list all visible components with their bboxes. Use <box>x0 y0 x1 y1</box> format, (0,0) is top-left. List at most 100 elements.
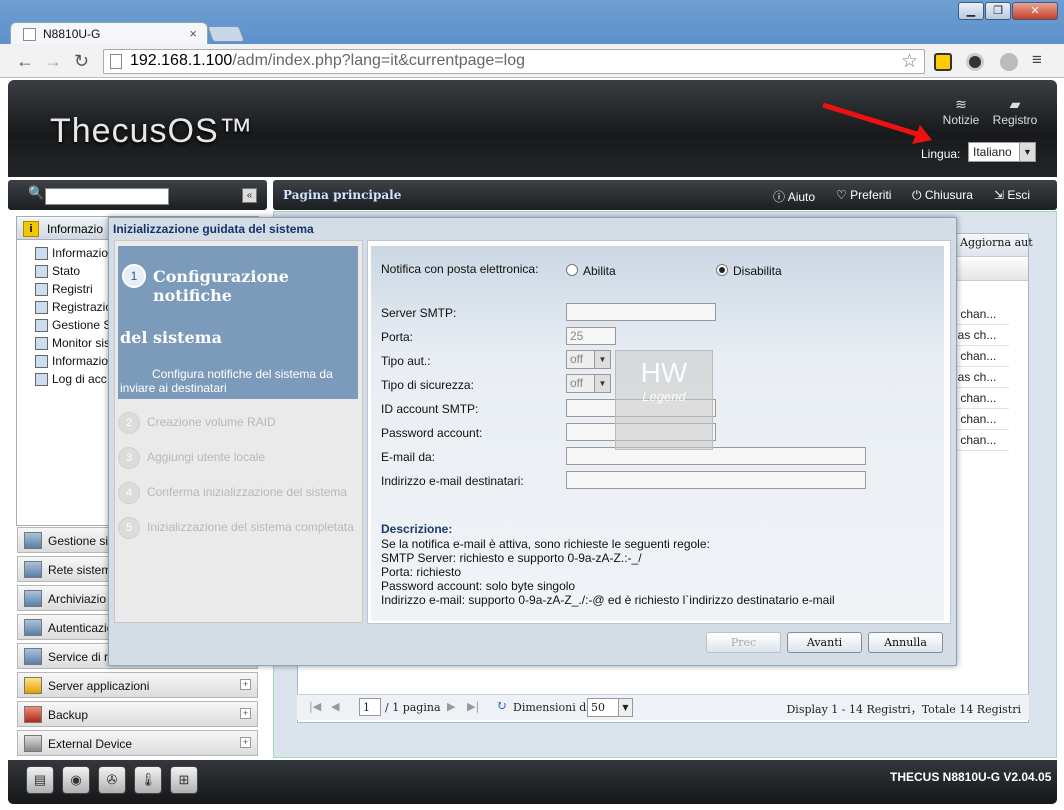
settings-icon <box>35 319 48 332</box>
power-icon: ⏻ <box>912 188 922 202</box>
menu-external-device[interactable]: External Device + <box>17 730 258 756</box>
step-label: Conferma inizializzazione del sistema <box>147 485 348 499</box>
bookmark-star-icon[interactable]: ☆ <box>901 50 918 73</box>
maximize-button[interactable]: ❐ <box>985 2 1011 20</box>
aiuto-label: Aiuto <box>787 190 816 204</box>
registro-label: Registro <box>992 113 1038 127</box>
url-path: /adm/index.php?lang=it&currentpage=log <box>232 52 525 69</box>
disk-icon[interactable]: ▤ <box>26 766 54 794</box>
page-icon <box>23 28 36 41</box>
tipo-aut-select[interactable]: off ▼ <box>566 350 611 369</box>
reload-icon[interactable]: ↻ <box>74 51 89 72</box>
first-page-icon[interactable]: |◀ <box>309 700 321 713</box>
table-row[interactable]: s chan... <box>951 304 1009 325</box>
tree-item[interactable]: Stato <box>52 264 80 278</box>
new-tab-button[interactable] <box>207 26 245 42</box>
page-icon <box>110 54 122 69</box>
page-size-value: 50 <box>591 701 605 714</box>
extension-off-icon[interactable] <box>966 53 984 71</box>
menu-label: Gestione si <box>48 534 109 548</box>
destinatari-input[interactable] <box>566 471 866 489</box>
step-title: Configurazione notifiche <box>153 267 289 305</box>
tree-item[interactable]: Informazio <box>52 246 108 260</box>
forward-icon[interactable]: → <box>44 51 62 72</box>
menu-icon[interactable]: ≡ <box>1032 50 1042 70</box>
next-page-icon[interactable]: ▶ <box>447 700 455 713</box>
notizie-button[interactable]: ≋ Notizie <box>942 96 980 127</box>
step-number: 5 <box>118 517 140 539</box>
chiusura-button[interactable]: ⏻ Chiusura <box>912 188 973 203</box>
tree-item[interactable]: Log di acc <box>52 372 107 386</box>
tree-item[interactable]: Gestione S <box>52 318 111 332</box>
close-window-button[interactable]: ✕ <box>1012 2 1058 20</box>
descrizione-line: Se la notifica e-mail è attiva, sono ric… <box>381 537 710 551</box>
network-status-icon[interactable]: ⊞ <box>170 766 198 794</box>
chevron-down-icon: ▼ <box>618 699 632 716</box>
log-icon <box>35 283 48 296</box>
search-input[interactable] <box>45 188 169 205</box>
esci-button[interactable]: ⇲ Esci <box>994 188 1030 202</box>
preferiti-button[interactable]: ♡ Preferiti <box>836 188 891 202</box>
close-tab-icon[interactable]: × <box>189 26 197 41</box>
status-icon <box>35 265 48 278</box>
extension-shield-icon[interactable] <box>1000 53 1018 71</box>
next-button[interactable]: Avanti <box>787 632 862 653</box>
tree-item[interactable]: Informazio <box>52 354 108 368</box>
step-number: 3 <box>118 447 140 469</box>
tree-item[interactable]: Monitor sis <box>52 336 110 350</box>
aiuto-button[interactable]: ⓘ Aiuto <box>773 188 815 205</box>
page-input[interactable]: 1 <box>359 698 381 716</box>
table-row[interactable]: s chan... <box>951 409 1009 430</box>
expand-icon: + <box>240 679 251 690</box>
porta-input[interactable]: 25 <box>566 327 616 345</box>
table-row[interactable]: has ch... <box>951 325 1009 346</box>
back-icon[interactable]: ← <box>16 51 34 72</box>
hdd-icon[interactable]: ◉ <box>62 766 90 794</box>
table-row[interactable]: has ch... <box>951 367 1009 388</box>
fan-icon[interactable]: ✇ <box>98 766 126 794</box>
last-page-icon[interactable]: ▶| <box>467 700 479 713</box>
extension-icon[interactable] <box>934 53 952 71</box>
prev-page-icon[interactable]: ◀ <box>331 700 339 713</box>
collapse-icon[interactable]: « <box>242 188 257 203</box>
menu-backup[interactable]: Backup + <box>17 701 258 727</box>
browser-tab[interactable]: N8810U-G × <box>10 22 208 46</box>
table-row[interactable]: s chan... <box>951 388 1009 409</box>
expand-icon: + <box>240 737 251 748</box>
abilita-radio[interactable] <box>566 264 578 276</box>
grid-pager: |◀ ◀ 1 / 1 pagina ▶ ▶| ↻ Dimensioni dati… <box>297 694 1029 720</box>
tipo-sicurezza-value: off <box>570 376 584 390</box>
step-number: 2 <box>118 412 140 434</box>
tree-item[interactable]: Registrazio <box>52 300 112 314</box>
email-da-input[interactable] <box>566 447 866 465</box>
menu-server-applicazioni[interactable]: Server applicazioni + <box>17 672 258 698</box>
wizard-title: Inizializzazione guidata del sistema <box>113 222 314 236</box>
watermark-logo: HW Legend <box>615 350 713 450</box>
address-bar[interactable]: 192.168.1.100/adm/index.php?lang=it&curr… <box>103 49 925 74</box>
lingua-select[interactable]: Italiano ▼ <box>968 142 1036 162</box>
info-icon: i <box>23 221 39 237</box>
minimize-button[interactable]: ▁ <box>958 2 984 20</box>
monitor-icon <box>35 247 48 260</box>
aggiorna-auto-toggle[interactable]: Aggiorna aut <box>960 236 1033 249</box>
network-service-icon <box>24 648 42 665</box>
table-row[interactable]: s chan... <box>951 430 1009 451</box>
page-count: / 1 pagina <box>385 701 441 714</box>
menu-label: Archiviazio <box>48 592 107 606</box>
tipo-sicurezza-select[interactable]: off ▼ <box>566 374 611 393</box>
browser-toolbar: ← → ↻ 192.168.1.100/adm/index.php?lang=i… <box>0 44 1064 78</box>
rss-icon: ≋ <box>955 96 967 112</box>
registro-button[interactable]: ▰ Registro <box>990 96 1040 127</box>
table-row[interactable]: s chan... <box>951 346 1009 367</box>
tree-item[interactable]: Registri <box>52 282 93 296</box>
help-icon: ⓘ <box>773 190 786 204</box>
menu-label: Backup <box>48 708 89 722</box>
temperature-icon[interactable]: 🌡 <box>134 766 162 794</box>
smtp-server-input[interactable] <box>566 303 716 321</box>
tree-header-label: Informazio <box>47 222 104 236</box>
cancel-button[interactable]: Annulla <box>868 632 943 653</box>
page-size-select[interactable]: 50 ▼ <box>587 698 633 717</box>
refresh-icon[interactable]: ↻ <box>496 699 507 714</box>
disabilita-radio[interactable] <box>716 264 728 276</box>
prev-button[interactable]: Prec <box>706 632 781 653</box>
